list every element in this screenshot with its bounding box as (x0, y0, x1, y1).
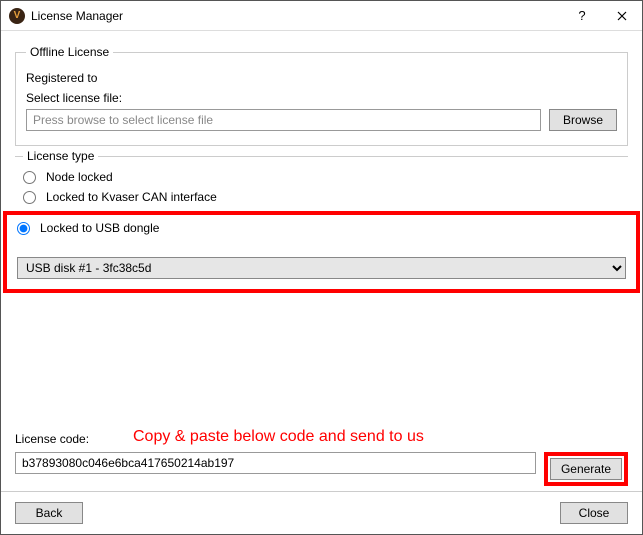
radio-node-locked-label: Node locked (46, 170, 113, 184)
dialog-footer: Back Close (1, 491, 642, 534)
license-type-legend: License type (23, 149, 98, 163)
highlight-generate: Generate (544, 452, 628, 486)
titlebar: V License Manager ? (1, 1, 642, 31)
help-button[interactable]: ? (562, 1, 602, 31)
highlight-usb-dongle: Locked to USB dongle USB disk #1 - 3fc38… (3, 211, 640, 293)
window-title: License Manager (31, 9, 123, 23)
registered-to-label: Registered to (26, 71, 617, 85)
radio-usb-dongle-label: Locked to USB dongle (40, 221, 159, 235)
license-file-input[interactable] (26, 109, 541, 131)
license-code-label: License code: (15, 432, 89, 446)
app-icon: V (9, 8, 25, 24)
license-code-area: License code: Copy & paste below code an… (15, 432, 628, 486)
radio-usb-dongle-input[interactable] (17, 222, 30, 235)
close-button[interactable]: Close (560, 502, 628, 524)
usb-dongle-select[interactable]: USB disk #1 - 3fc38c5d (17, 257, 626, 279)
license-code-input[interactable] (15, 452, 536, 474)
annotation-text: Copy & paste below code and send to us (133, 428, 424, 446)
generate-button[interactable]: Generate (550, 458, 622, 480)
offline-license-legend: Offline License (26, 45, 113, 59)
close-icon (617, 11, 627, 21)
radio-node-locked-input[interactable] (23, 171, 36, 184)
radio-kvaser-label: Locked to Kvaser CAN interface (46, 190, 217, 204)
radio-kvaser[interactable]: Locked to Kvaser CAN interface (23, 187, 620, 207)
close-window-button[interactable] (602, 1, 642, 31)
back-button[interactable]: Back (15, 502, 83, 524)
radio-node-locked[interactable]: Node locked (23, 167, 620, 187)
license-type-group: License type Node locked Locked to Kvase… (15, 156, 628, 293)
radio-usb-dongle[interactable]: Locked to USB dongle (17, 219, 626, 243)
select-file-label: Select license file: (26, 91, 617, 105)
offline-license-group: Offline License Registered to Select lic… (15, 45, 628, 146)
radio-kvaser-input[interactable] (23, 191, 36, 204)
browse-button[interactable]: Browse (549, 109, 617, 131)
